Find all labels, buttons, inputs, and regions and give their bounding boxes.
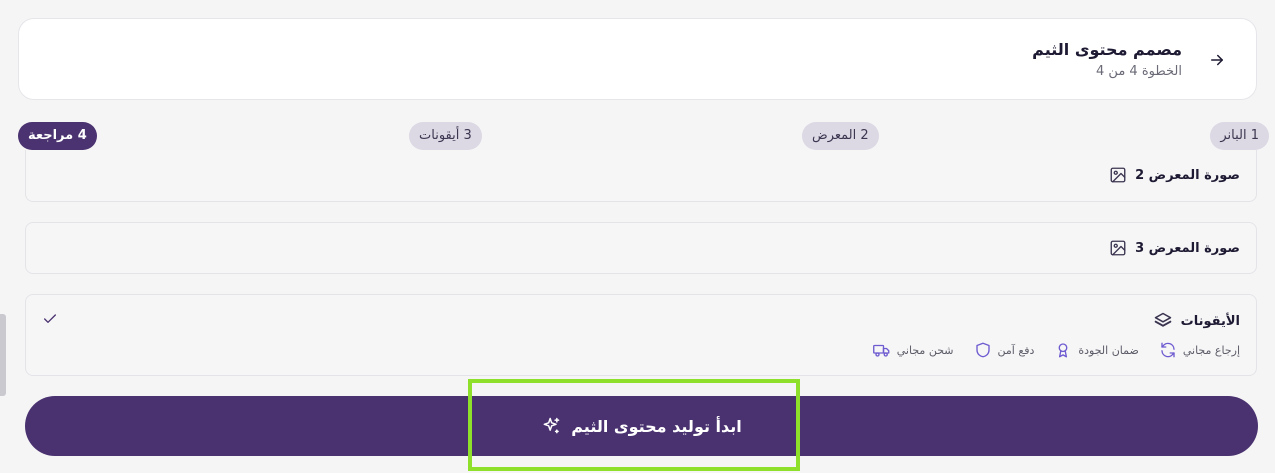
feature-label: دفع آمن [997, 343, 1035, 357]
section-title: صورة المعرض 3 [1135, 240, 1240, 256]
image-icon [1110, 167, 1126, 183]
feature-item: دفع آمن [974, 341, 1035, 359]
step-banner[interactable]: 1 البانر [1210, 122, 1269, 150]
feature-label: إرجاع مجاني [1182, 343, 1240, 357]
generate-theme-button[interactable]: ابدأ توليد محتوى الثيم [25, 396, 1258, 456]
feature-label: شحن مجاني [896, 343, 954, 357]
step-review[interactable]: 4 مراجعة [18, 122, 97, 150]
section-icons: الأيقونات شحن مجاني دفع آمن ضمان الجودة [25, 294, 1257, 376]
image-icon [1110, 240, 1126, 256]
check-icon[interactable] [42, 311, 58, 327]
feature-item: إرجاع مجاني [1159, 341, 1240, 359]
section-title: الأيقونات [1180, 313, 1240, 329]
page-title: مصمم محتوى الثيم [1032, 40, 1182, 59]
step-icons[interactable]: 3 أيقونات [409, 122, 482, 150]
feature-item: ضمان الجودة [1054, 341, 1139, 359]
feature-list: شحن مجاني دفع آمن ضمان الجودة إرجاع مجان… [872, 341, 1240, 359]
feature-item: شحن مجاني [872, 341, 954, 359]
feature-label: ضمان الجودة [1078, 343, 1139, 357]
header-card: مصمم محتوى الثيم الخطوة 4 من 4 [18, 18, 1257, 100]
layers-icon [1154, 312, 1171, 327]
step-gallery[interactable]: 2 المعرض [802, 122, 879, 150]
truck-icon [872, 344, 890, 357]
refresh-icon [1161, 342, 1175, 358]
generate-button-label: ابدأ توليد محتوى الثيم [571, 416, 742, 436]
sparkles-icon [543, 417, 560, 434]
step-indicator: الخطوة 4 من 4 [1096, 64, 1182, 79]
stepper: 1 البانر 2 المعرض 3 أيقونات 4 مراجعة [0, 122, 1275, 152]
scrollbar[interactable] [0, 314, 6, 396]
section-gallery-3: صورة المعرض 3 [25, 222, 1257, 274]
section-title: صورة المعرض 2 [1135, 167, 1240, 183]
arrow-right-icon [1211, 54, 1223, 66]
shield-icon [975, 342, 990, 358]
award-icon [1058, 343, 1068, 358]
section-gallery-2: صورة المعرض 2 [25, 150, 1257, 202]
back-button[interactable] [1206, 49, 1228, 71]
